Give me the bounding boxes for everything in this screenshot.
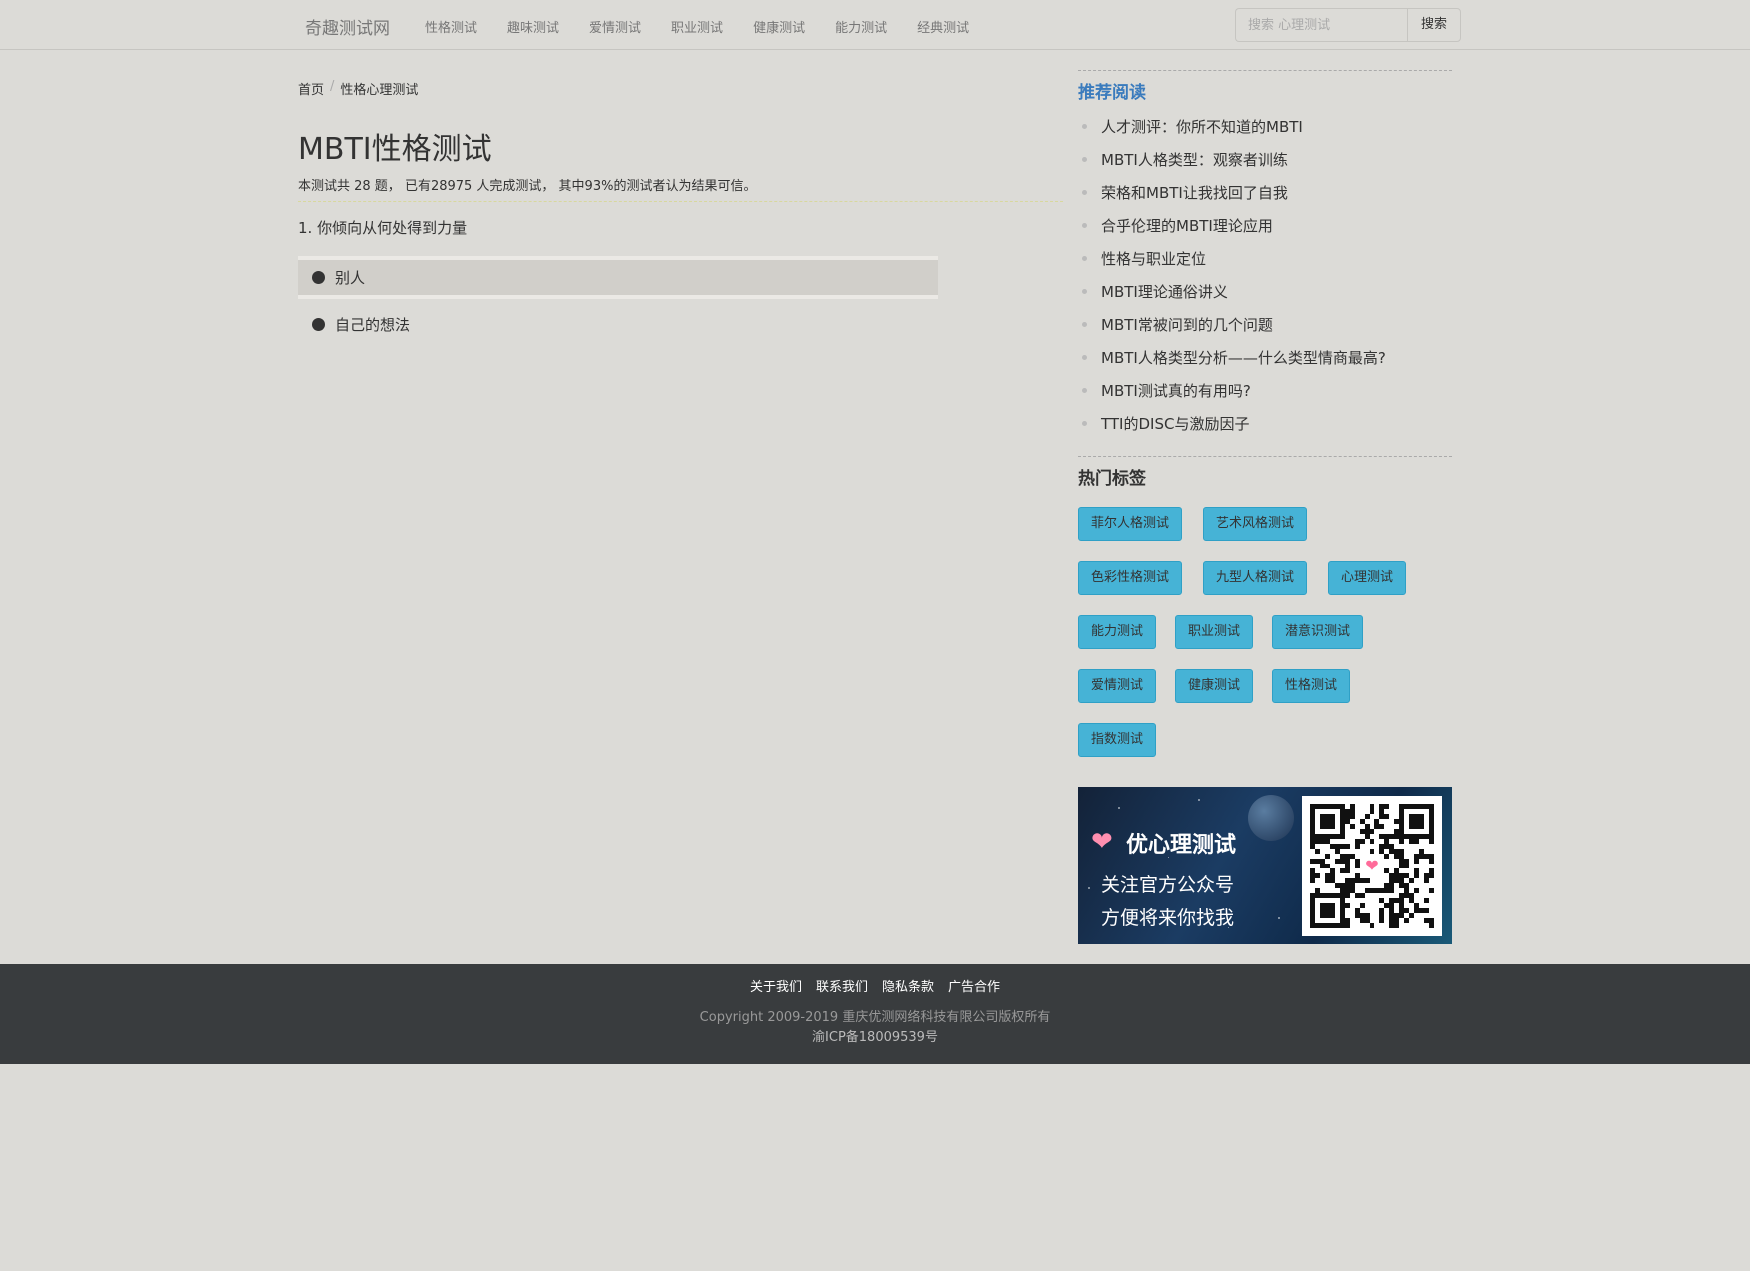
recommended-item-label: 合乎伦理的MBTI理论应用 [1101, 217, 1273, 235]
footer-link-contact[interactable]: 联系我们 [816, 976, 868, 995]
breadcrumb-current[interactable]: 性格心理测试 [340, 79, 418, 98]
footer: 关于我们 联系我们 隐私条款 广告合作 Copyright 2009-2019 … [0, 964, 1750, 1064]
recommended-item[interactable]: 人才测评：你所不知道的MBTI [1078, 110, 1386, 143]
recommended-item-label: 荣格和MBTI让我找回了自我 [1101, 184, 1288, 202]
question-text: 1. 你倾向从何处得到力量 [298, 219, 468, 237]
banner-line2: 方便将来你找我 [1101, 907, 1235, 929]
banner-line1: 关注官方公众号 [1101, 874, 1235, 896]
nav-item-career[interactable]: 职业测试 [671, 17, 723, 36]
recommended-item[interactable]: MBTI理论通俗讲义 [1078, 275, 1386, 308]
tag-button[interactable]: 性格测试 [1272, 669, 1351, 703]
nav-item-health[interactable]: 健康测试 [753, 17, 805, 36]
recommended-item[interactable]: MBTI常被问到的几个问题 [1078, 308, 1386, 341]
search-form: 搜索 [1235, 8, 1461, 42]
bullet-icon [1082, 421, 1087, 426]
nav-item-love[interactable]: 爱情测试 [589, 17, 641, 36]
nav-item-ability[interactable]: 能力测试 [835, 17, 887, 36]
nav-item-personality[interactable]: 性格测试 [425, 17, 477, 36]
tag-button[interactable]: 职业测试 [1175, 615, 1254, 649]
recommended-item-label: MBTI人格类型分析——什么类型情商最高? [1101, 349, 1386, 367]
tag-button[interactable]: 色彩性格测试 [1078, 561, 1183, 595]
copyright-text: Copyright 2009-2019 重庆优测网络科技有限公司版权所有 [699, 1010, 1051, 1025]
breadcrumb-home[interactable]: 首页 [298, 79, 324, 98]
hot-tags-title: 热门标签 [1078, 469, 1146, 489]
bullet-icon [1082, 256, 1087, 261]
bullet-icon [1082, 124, 1087, 129]
nav-item-classic[interactable]: 经典测试 [917, 17, 969, 36]
tag-button[interactable]: 潜意识测试 [1272, 615, 1364, 649]
recommended-item[interactable]: MBTI人格类型：观察者训练 [1078, 143, 1386, 176]
recommended-item[interactable]: TTI的DISC与激励因子 [1078, 407, 1386, 440]
search-button[interactable]: 搜索 [1407, 8, 1461, 42]
bullet-icon [1082, 322, 1087, 327]
tag-button[interactable]: 心理测试 [1328, 561, 1407, 595]
sidebar-divider [1078, 456, 1452, 457]
recommended-item[interactable]: MBTI人格类型分析——什么类型情商最高? [1078, 341, 1386, 374]
sidebar-divider [1078, 70, 1452, 71]
footer-link-privacy[interactable]: 隐私条款 [882, 976, 934, 995]
answer-option-1[interactable]: 别人 [298, 256, 938, 299]
recommended-item[interactable]: 荣格和MBTI让我找回了自我 [1078, 176, 1386, 209]
brand-logo[interactable]: 奇趣测试网 [305, 14, 390, 39]
radio-dot-icon [312, 317, 325, 331]
divider [298, 201, 1063, 202]
planet-graphic [1248, 795, 1294, 841]
recommended-item-label: 人才测评：你所不知道的MBTI [1101, 118, 1303, 136]
recommended-item-label: MBTI常被问到的几个问题 [1101, 316, 1273, 334]
tag-button[interactable]: 菲尔人格测试 [1078, 507, 1183, 541]
bullet-icon [1082, 289, 1087, 294]
recommended-item[interactable]: MBTI测试真的有用吗? [1078, 374, 1386, 407]
recommended-list: 人才测评：你所不知道的MBTI MBTI人格类型：观察者训练 荣格和MBTI让我… [1078, 110, 1386, 440]
footer-link-ads[interactable]: 广告合作 [948, 976, 1000, 995]
heart-icon: ❤ [1091, 827, 1113, 857]
qr-code-icon: ❤ [1302, 796, 1442, 936]
recommended-title: 推荐阅读 [1078, 83, 1146, 103]
bullet-icon [1082, 223, 1087, 228]
bullet-icon [1082, 190, 1087, 195]
icp-license: 渝ICP备18009539号 [812, 1030, 938, 1045]
recommended-item-label: TTI的DISC与激励因子 [1101, 415, 1250, 433]
tag-button[interactable]: 健康测试 [1175, 669, 1254, 703]
banner-brand: 优心理测试 [1126, 833, 1237, 858]
test-info: 本测试共 28 题， 已有28975 人完成测试， 其中93%的测试者认为结果可… [298, 179, 757, 194]
answer-option-2[interactable]: 自己的想法 [298, 305, 938, 343]
heart-icon: ❤ [1360, 854, 1384, 878]
recommended-item-label: MBTI理论通俗讲义 [1101, 283, 1228, 301]
breadcrumb: 首页 / 性格心理测试 [298, 79, 418, 98]
bullet-icon [1082, 355, 1087, 360]
recommended-item[interactable]: 性格与职业定位 [1078, 242, 1386, 275]
tag-button[interactable]: 艺术风格测试 [1203, 507, 1308, 541]
bullet-icon [1082, 157, 1087, 162]
recommended-item-label: MBTI测试真的有用吗? [1101, 382, 1251, 400]
answer-option-label: 自己的想法 [335, 315, 411, 334]
wechat-qr-banner[interactable]: ❤ 优心理测试 关注官方公众号 方便将来你找我 ❤ [1078, 787, 1452, 944]
nav-menu: 性格测试 趣味测试 爱情测试 职业测试 健康测试 能力测试 经典测试 [425, 17, 999, 36]
nav-item-fun[interactable]: 趣味测试 [507, 17, 559, 36]
recommended-item-label: MBTI人格类型：观察者训练 [1101, 151, 1288, 169]
radio-dot-icon [312, 271, 325, 284]
search-input[interactable] [1235, 8, 1407, 42]
tag-button[interactable]: 爱情测试 [1078, 669, 1157, 703]
page-title: MBTI性格测试 [298, 132, 492, 167]
tag-button[interactable]: 能力测试 [1078, 615, 1157, 649]
recommended-item-label: 性格与职业定位 [1101, 250, 1207, 268]
footer-link-about[interactable]: 关于我们 [750, 976, 802, 995]
footer-links: 关于我们 联系我们 隐私条款 广告合作 [0, 976, 1750, 995]
navbar: 奇趣测试网 性格测试 趣味测试 爱情测试 职业测试 健康测试 能力测试 经典测试… [0, 0, 1750, 50]
answer-option-label: 别人 [335, 269, 366, 287]
bullet-icon [1082, 388, 1087, 393]
breadcrumb-separator: / [330, 79, 335, 94]
tag-button[interactable]: 九型人格测试 [1203, 561, 1308, 595]
tag-button[interactable]: 指数测试 [1078, 723, 1157, 757]
recommended-item[interactable]: 合乎伦理的MBTI理论应用 [1078, 209, 1386, 242]
